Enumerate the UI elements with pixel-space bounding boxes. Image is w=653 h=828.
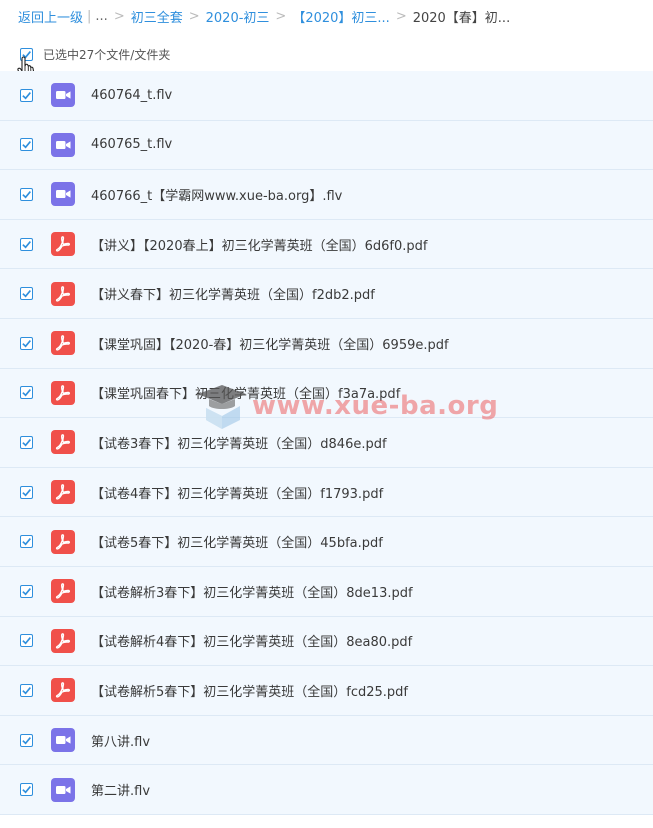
breadcrumb: 返回上一级 | ... > 初三全套 > 2020-初三 > 【2020】初三.…	[18, 0, 649, 32]
file-row[interactable]: 460764_t.flv	[0, 71, 653, 121]
back-link[interactable]: 返回上一级	[18, 7, 83, 26]
file-checkbox[interactable]	[20, 535, 33, 549]
check-icon	[22, 240, 31, 249]
check-icon	[22, 91, 31, 100]
pdf-icon	[51, 380, 75, 405]
check-icon	[22, 587, 31, 596]
pdf-icon	[51, 579, 75, 604]
file-checkbox[interactable]	[20, 88, 33, 102]
check-icon	[22, 538, 31, 546]
file-checkbox[interactable]	[20, 287, 33, 301]
breadcrumb-separator: >	[275, 8, 287, 24]
pdf-icon	[51, 678, 75, 703]
check-icon	[22, 488, 31, 496]
file-checkbox[interactable]	[20, 634, 33, 648]
check-icon	[22, 389, 31, 397]
breadcrumb-item[interactable]: 2020-初三	[206, 7, 270, 26]
file-name[interactable]: 【试卷4春下】初三化学菁英班（全国）f1793.pdf	[91, 483, 383, 502]
file-list: 460764_t.flv 460765_t.flv 460766_t【学霸网www.…	[0, 71, 653, 815]
file-checkbox[interactable]	[20, 683, 33, 697]
file-name[interactable]: 第二讲.flv	[91, 780, 150, 799]
pdf-icon	[51, 430, 75, 455]
file-name[interactable]: 【课堂巩固春下】初三化学菁英班（全国）f3a7a.pdf	[91, 383, 400, 402]
file-name[interactable]: 【课堂巩固】【2020-春】初三化学菁英班（全国）6959e.pdf	[91, 334, 449, 353]
selection-count-label: 已选中27个文件/文件夹	[43, 47, 171, 62]
file-name[interactable]: 【试卷解析5春下】初三化学菁英班（全国）fcd25.pdf	[91, 681, 408, 700]
video-icon	[51, 182, 75, 207]
pdf-icon	[51, 232, 75, 257]
breadcrumb-item[interactable]: 初三全套	[131, 7, 183, 26]
file-checkbox[interactable]	[20, 485, 33, 499]
video-icon	[51, 83, 75, 108]
file-row[interactable]: 【试卷解析4春下】初三化学菁英班（全国）8ea80.pdf	[0, 616, 653, 667]
check-icon	[22, 191, 31, 199]
breadcrumb-current: 2020【春】初...	[412, 10, 511, 26]
file-row[interactable]: 【课堂巩固春下】初三化学菁英班（全国）f3a7a.pdf	[0, 368, 653, 419]
check-icon	[22, 637, 31, 645]
file-row[interactable]: 【试卷3春下】初三化学菁英班（全国）d846e.pdf	[0, 418, 653, 468]
pdf-icon	[51, 628, 75, 653]
file-checkbox[interactable]	[20, 187, 33, 201]
check-icon	[22, 736, 31, 744]
breadcrumb-item[interactable]: 【2020】初三...	[292, 7, 389, 26]
check-icon	[22, 290, 31, 298]
file-row[interactable]: 【讲义】【2020春上】初三化学菁英班（全国）6d6f0.pdf	[0, 219, 653, 270]
video-icon	[51, 777, 75, 802]
check-icon	[22, 686, 31, 695]
check-icon	[22, 141, 31, 149]
file-checkbox[interactable]	[20, 386, 33, 400]
file-name[interactable]: 第八讲.flv	[91, 731, 150, 750]
file-checkbox[interactable]	[20, 733, 33, 747]
file-checkbox[interactable]	[20, 435, 33, 449]
check-icon	[22, 786, 31, 794]
file-checkbox[interactable]	[20, 336, 33, 350]
file-row[interactable]: 460765_t.flv	[0, 120, 653, 171]
file-row[interactable]: 【试卷4春下】初三化学菁英班（全国）f1793.pdf	[0, 467, 653, 518]
file-checkbox[interactable]	[20, 138, 33, 152]
file-name[interactable]: 460766_t【学霸网www.xue-ba.org】.flv	[91, 185, 342, 204]
file-row[interactable]: 【讲义春下】初三化学菁英班（全国）f2db2.pdf	[0, 269, 653, 319]
check-icon	[22, 339, 31, 348]
file-row[interactable]: 第八讲.flv	[0, 715, 653, 766]
breadcrumb-ellipsis[interactable]: ...	[95, 9, 107, 24]
breadcrumb-separator: >	[113, 8, 125, 24]
file-name[interactable]: 【试卷解析4春下】初三化学菁英班（全国）8ea80.pdf	[91, 631, 412, 650]
file-checkbox[interactable]	[20, 584, 33, 598]
file-row[interactable]: 460766_t【学霸网www.xue-ba.org】.flv	[0, 170, 653, 220]
file-row[interactable]: 【试卷解析3春下】初三化学菁英班（全国）8de13.pdf	[0, 566, 653, 617]
pdf-icon	[51, 281, 75, 306]
file-row[interactable]: 【试卷解析5春下】初三化学菁英班（全国）fcd25.pdf	[0, 666, 653, 716]
file-checkbox[interactable]	[20, 237, 33, 251]
file-name[interactable]: 【讲义】【2020春上】初三化学菁英班（全国）6d6f0.pdf	[91, 235, 427, 254]
pdf-icon	[51, 331, 75, 356]
pdf-icon	[51, 529, 75, 554]
check-icon	[22, 438, 31, 447]
breadcrumb-separator: >	[188, 8, 200, 24]
file-row[interactable]: 第二讲.flv	[0, 765, 653, 815]
file-name[interactable]: 460765_t.flv	[91, 137, 172, 152]
file-row[interactable]: 【课堂巩固】【2020-春】初三化学菁英班（全国）6959e.pdf	[0, 318, 653, 369]
file-name[interactable]: 【试卷3春下】初三化学菁英班（全国）d846e.pdf	[91, 433, 387, 452]
file-checkbox[interactable]	[20, 783, 33, 797]
breadcrumb-separator: >	[395, 8, 407, 24]
file-name[interactable]: 460764_t.flv	[91, 88, 172, 103]
file-name[interactable]: 【讲义春下】初三化学菁英班（全国）f2db2.pdf	[91, 284, 375, 303]
file-name[interactable]: 【试卷解析3春下】初三化学菁英班（全国）8de13.pdf	[91, 582, 413, 601]
video-icon	[51, 728, 75, 753]
file-row[interactable]: 【试卷5春下】初三化学菁英班（全国）45bfa.pdf	[0, 517, 653, 567]
file-name[interactable]: 【试卷5春下】初三化学菁英班（全国）45bfa.pdf	[91, 532, 383, 551]
breadcrumb-divider: |	[87, 8, 92, 24]
select-all-row: 已选中27个文件/文件夹	[0, 36, 653, 72]
pdf-icon	[51, 480, 75, 505]
video-icon	[51, 132, 75, 157]
